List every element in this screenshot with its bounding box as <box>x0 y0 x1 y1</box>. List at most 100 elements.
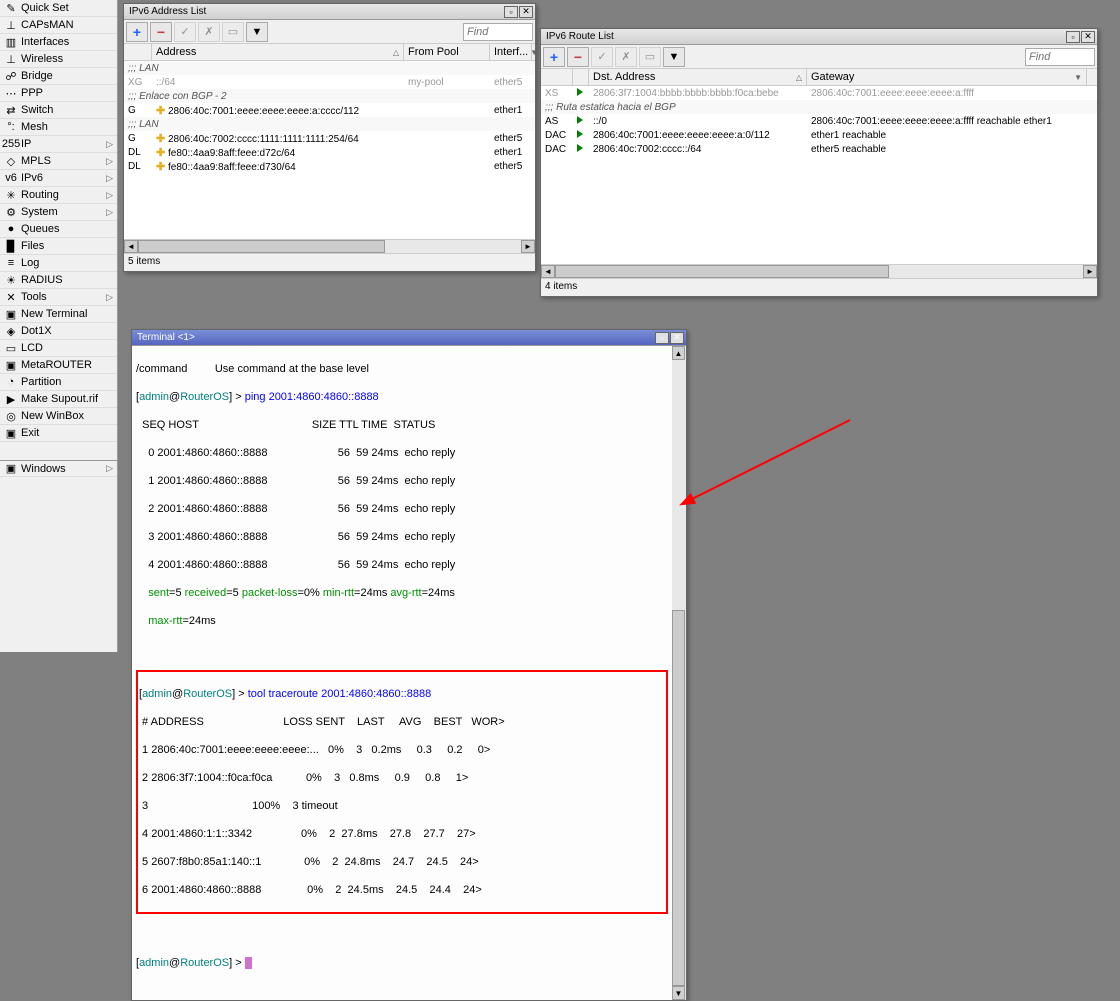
sidebar-item-label: Bridge <box>21 70 53 82</box>
table-row[interactable]: G✚ 2806:40c:7001:eeee:eeee:eeee:a:cccc/1… <box>124 103 535 117</box>
cell-address: ✚ fe80::4aa9:8aff:feee:d730/64 <box>152 160 404 173</box>
sidebar-item-system[interactable]: ⚙System▷ <box>0 204 117 221</box>
sidebar-item-ip[interactable]: 255IP▷ <box>0 136 117 153</box>
submenu-arrow-icon: ▷ <box>106 207 113 218</box>
col-flags[interactable] <box>124 44 152 60</box>
sidebar-item-label: CAPsMAN <box>21 19 74 31</box>
sidebar-item-exit[interactable]: ▣Exit <box>0 425 117 442</box>
table-row[interactable]: DAC2806:40c:7002:cccc::/64ether5 reachab… <box>541 142 1097 156</box>
sidebar-item-bridge[interactable]: ☍Bridge <box>0 68 117 85</box>
titlebar[interactable]: Terminal <1> ▫ ✕ <box>132 330 686 346</box>
sidebar-item-radius[interactable]: ☀RADIUS <box>0 272 117 289</box>
cell-flags: XS <box>541 88 573 99</box>
menu-icon: ▥ <box>4 35 18 49</box>
sidebar-item-windows[interactable]: ▣Windows▷ <box>0 460 117 477</box>
filter-button[interactable]: ▼ <box>663 47 685 67</box>
sidebar-item-ipv6[interactable]: v6IPv6▷ <box>0 170 117 187</box>
disable-button[interactable]: ✗ <box>198 22 220 42</box>
disable-button[interactable]: ✗ <box>615 47 637 67</box>
cell-flags: G <box>124 105 152 116</box>
comment-button[interactable]: ▭ <box>222 22 244 42</box>
sidebar-item-label: Routing <box>21 189 59 201</box>
terminal-output[interactable]: /command Use command at the base level [… <box>132 346 672 1000</box>
close-icon[interactable]: ✕ <box>1081 31 1095 43</box>
table-row[interactable]: DL✚ fe80::4aa9:8aff:feee:d72c/64ether1 <box>124 145 535 159</box>
annotation-arrow <box>670 410 870 520</box>
sidebar-item-label: Log <box>21 257 39 269</box>
detach-icon[interactable]: ▫ <box>655 332 669 344</box>
sidebar-item-label: New Terminal <box>21 308 87 320</box>
filter-button[interactable]: ▼ <box>246 22 268 42</box>
sidebar-item-log[interactable]: ≡Log <box>0 255 117 272</box>
enable-button[interactable]: ✓ <box>591 47 613 67</box>
plus-icon: ✚ <box>156 105 165 117</box>
toolbar: + − ✓ ✗ ▭ ▼ <box>541 45 1097 69</box>
sidebar-item-label: RADIUS <box>21 274 63 286</box>
table-row[interactable]: DL✚ fe80::4aa9:8aff:feee:d730/64ether5 <box>124 159 535 173</box>
find-input[interactable] <box>1025 48 1095 66</box>
terminal-window: Terminal <1> ▫ ✕ /command Use command at… <box>131 329 687 1001</box>
add-button[interactable]: + <box>126 22 148 42</box>
sidebar-item-new-winbox[interactable]: ◎New WinBox <box>0 408 117 425</box>
sidebar-item-partition[interactable]: ◔Partition <box>0 374 117 391</box>
group-header: ;;; Ruta estatica hacia el BGP <box>541 100 1097 114</box>
enable-button[interactable]: ✓ <box>174 22 196 42</box>
cell-interface: ether5 <box>490 161 532 172</box>
sidebar-item-switch[interactable]: ⇄Switch <box>0 102 117 119</box>
hscrollbar[interactable]: ◄► <box>541 264 1097 278</box>
route-table[interactable]: XS2806:3f7:1004:bbbb:bbbb:bbbb:f0ca:bebe… <box>541 86 1097 264</box>
col-icon[interactable] <box>573 69 589 85</box>
detach-icon[interactable]: ▫ <box>504 6 518 18</box>
sidebar-item-routing[interactable]: ✳Routing▷ <box>0 187 117 204</box>
menu-icon: 255 <box>4 137 18 151</box>
sidebar-item-dot1x[interactable]: ◈Dot1X <box>0 323 117 340</box>
cell-address: ::/64 <box>152 77 404 88</box>
col-from-pool[interactable]: From Pool <box>404 44 490 60</box>
remove-button[interactable]: − <box>150 22 172 42</box>
col-interface[interactable]: Interf...▼ <box>490 44 532 60</box>
cell-flags: XG <box>124 77 152 88</box>
detach-icon[interactable]: ▫ <box>1066 31 1080 43</box>
close-icon[interactable]: ✕ <box>519 6 533 18</box>
sidebar-item-interfaces[interactable]: ▥Interfaces <box>0 34 117 51</box>
table-row[interactable]: G✚ 2806:40c:7002:cccc:1111:1111:1111:254… <box>124 131 535 145</box>
sidebar-item-quick-set[interactable]: ✎Quick Set <box>0 0 117 17</box>
cell-flags: DAC <box>541 144 573 155</box>
hscrollbar[interactable]: ◄► <box>124 239 535 253</box>
table-row[interactable]: DAC2806:40c:7001:eeee:eeee:eeee:a:0/112e… <box>541 128 1097 142</box>
add-button[interactable]: + <box>543 47 565 67</box>
table-row[interactable]: XS2806:3f7:1004:bbbb:bbbb:bbbb:f0ca:bebe… <box>541 86 1097 100</box>
table-row[interactable]: AS::/02806:40c:7001:eeee:eeee:eeee:a:fff… <box>541 114 1097 128</box>
col-flags[interactable] <box>541 69 573 85</box>
sidebar-item-mesh[interactable]: °:Mesh <box>0 119 117 136</box>
menu-icon: ▣ <box>4 307 18 321</box>
address-table[interactable]: ;;; LANXG::/64my-poolether5;;; Enlace co… <box>124 61 535 239</box>
cell-interface: ether5 <box>490 77 532 88</box>
sidebar-item-label: Interfaces <box>21 36 69 48</box>
sidebar-item-metarouter[interactable]: ▣MetaROUTER <box>0 357 117 374</box>
sidebar-item-capsman[interactable]: ⊥CAPsMAN <box>0 17 117 34</box>
menu-icon: ◈ <box>4 324 18 338</box>
sidebar-item-wireless[interactable]: ⊥Wireless <box>0 51 117 68</box>
vscrollbar[interactable]: ▲ ▼ <box>672 346 686 1000</box>
col-dst[interactable]: Dst. Address△ <box>589 69 807 85</box>
titlebar[interactable]: IPv6 Route List ▫ ✕ <box>541 29 1097 45</box>
sidebar-item-lcd[interactable]: ▭LCD <box>0 340 117 357</box>
remove-button[interactable]: − <box>567 47 589 67</box>
col-address[interactable]: Address△ <box>152 44 404 60</box>
sidebar-item-new-terminal[interactable]: ▣New Terminal <box>0 306 117 323</box>
menu-icon: ≡ <box>4 256 18 270</box>
sidebar-item-mpls[interactable]: ◇MPLS▷ <box>0 153 117 170</box>
sidebar-item-queues[interactable]: ●Queues <box>0 221 117 238</box>
titlebar[interactable]: IPv6 Address List ▫ ✕ <box>124 4 535 20</box>
sidebar-item-tools[interactable]: ✕Tools▷ <box>0 289 117 306</box>
find-input[interactable] <box>463 23 533 41</box>
sidebar-item-make-supout-rif[interactable]: ▶Make Supout.rif <box>0 391 117 408</box>
col-gateway[interactable]: Gateway▼ <box>807 69 1087 85</box>
sidebar-item-ppp[interactable]: ⋯PPP <box>0 85 117 102</box>
comment-button[interactable]: ▭ <box>639 47 661 67</box>
sidebar-item-files[interactable]: ▉Files <box>0 238 117 255</box>
table-row[interactable]: XG::/64my-poolether5 <box>124 75 535 89</box>
close-icon[interactable]: ✕ <box>670 332 684 344</box>
menu-icon: ▣ <box>4 426 18 440</box>
